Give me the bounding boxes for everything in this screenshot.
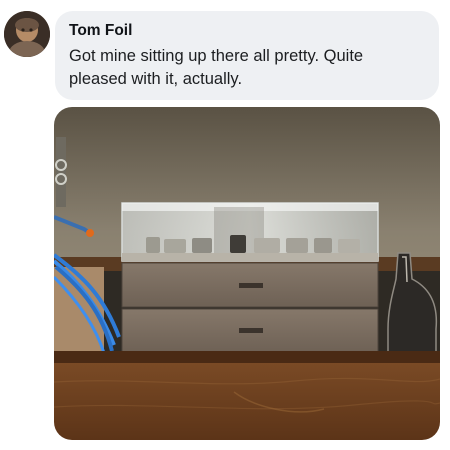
avatar-image <box>4 11 50 57</box>
attached-photo[interactable] <box>54 107 440 440</box>
message-text: Got mine sitting up there all pretty. Qu… <box>69 47 364 88</box>
photo-image <box>54 107 440 440</box>
author-avatar[interactable] <box>4 11 50 57</box>
author-name[interactable]: Tom Foil <box>69 21 425 41</box>
message-bubble: Tom Foil Got mine sitting up there all p… <box>55 11 439 100</box>
